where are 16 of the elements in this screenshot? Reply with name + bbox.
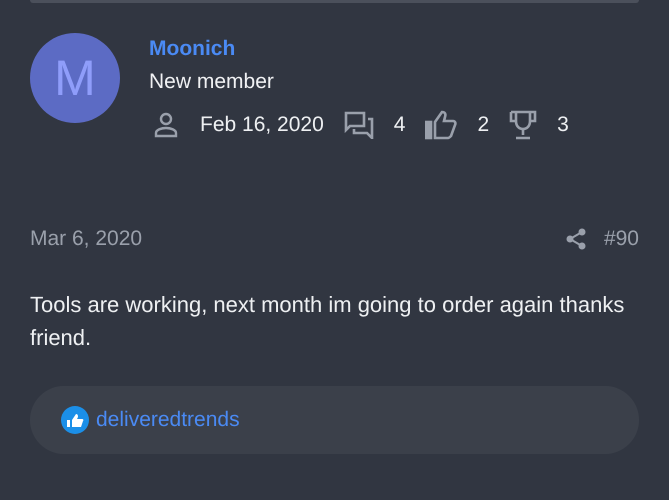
- stat-value: 2: [477, 113, 490, 137]
- thumbs-up-icon: [425, 110, 458, 140]
- trophy-icon: [509, 110, 538, 140]
- stat-value: 4: [394, 113, 406, 137]
- stat-value: 3: [557, 113, 569, 137]
- post-number-link[interactable]: #90: [604, 227, 639, 251]
- person-icon: [154, 112, 178, 138]
- username-link[interactable]: Moonich: [149, 37, 589, 61]
- post-body: Tools are working, next month im going to order again thanks friend.: [29, 291, 626, 352]
- reaction-user-link[interactable]: deliveredtrends: [96, 408, 240, 432]
- chat-icon: [344, 111, 374, 139]
- user-title: New member: [149, 70, 275, 94]
- post-date[interactable]: Mar 6, 2020: [30, 227, 566, 251]
- stat-value: Feb 16, 2020: [200, 113, 324, 137]
- share-icon[interactable]: [566, 228, 586, 250]
- like-icon: [61, 406, 89, 434]
